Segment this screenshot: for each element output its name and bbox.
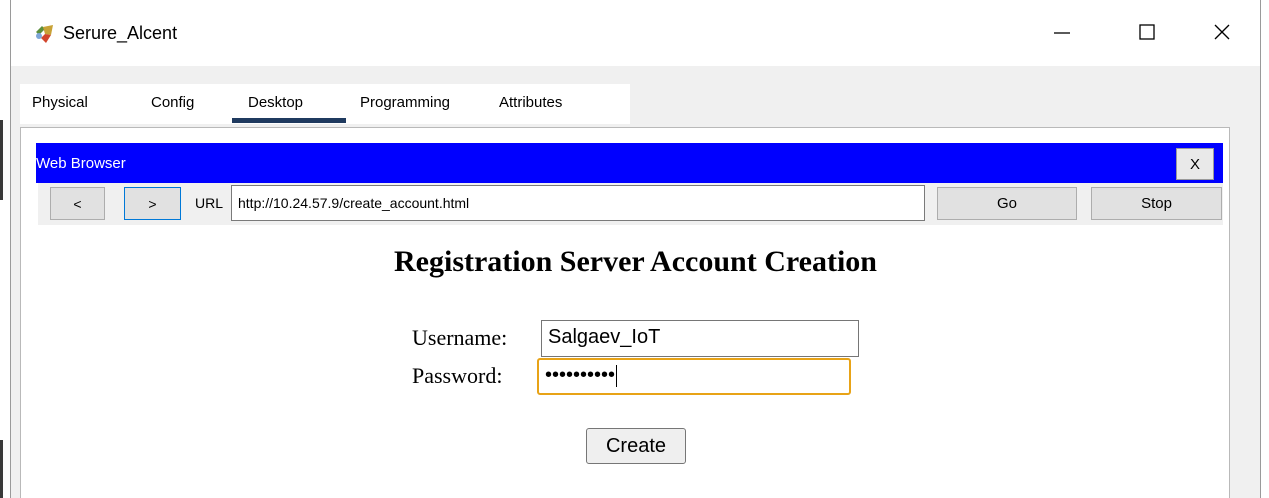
desktop-edge-dark [0, 440, 3, 498]
desktop-edge-dark [0, 120, 3, 200]
packet-tracer-device-icon [33, 22, 57, 46]
title-bar: Serure_Alcent [11, 0, 1260, 66]
password-input[interactable]: •••••••••• [537, 358, 851, 395]
text-caret [616, 364, 618, 387]
url-input[interactable]: http://10.24.57.9/create_account.html [231, 185, 925, 221]
minimize-button[interactable] [1039, 14, 1085, 54]
web-browser-header: Web Browser X [36, 143, 1223, 183]
forward-button[interactable]: > [124, 187, 181, 220]
url-label: URL [195, 195, 224, 211]
browser-navbar: < > URL http://10.24.57.9/create_account… [38, 183, 1223, 225]
browser-page: Registration Server Account Creation Use… [48, 225, 1223, 498]
tab-config[interactable]: Config [151, 94, 194, 111]
active-tab-indicator [232, 118, 346, 123]
desktop-edge [0, 0, 10, 498]
maximize-button[interactable] [1124, 14, 1170, 54]
close-icon [1212, 22, 1232, 47]
web-browser-close-button[interactable]: X [1176, 148, 1214, 180]
tab-physical[interactable]: Physical [32, 94, 88, 111]
back-button[interactable]: < [50, 187, 105, 220]
device-tabs: Physical Config Desktop Programming Attr… [20, 84, 630, 124]
username-input[interactable]: Salgaev_IoT [541, 320, 859, 357]
page-title: Registration Server Account Creation [394, 245, 877, 278]
maximize-icon [1137, 22, 1157, 47]
window-title: Serure_Alcent [63, 23, 178, 43]
create-button[interactable]: Create [586, 428, 686, 464]
close-button[interactable] [1199, 14, 1245, 54]
web-browser-title: Web Browser [36, 155, 126, 172]
go-button[interactable]: Go [937, 187, 1077, 220]
tab-desktop[interactable]: Desktop [248, 94, 303, 111]
tab-programming[interactable]: Programming [360, 94, 450, 111]
password-value: •••••••••• [545, 364, 616, 386]
minimize-icon [1052, 22, 1072, 47]
password-label: Password: [412, 363, 503, 388]
tab-attributes[interactable]: Attributes [499, 94, 562, 111]
username-label: Username: [412, 325, 508, 350]
stop-button[interactable]: Stop [1091, 187, 1222, 220]
